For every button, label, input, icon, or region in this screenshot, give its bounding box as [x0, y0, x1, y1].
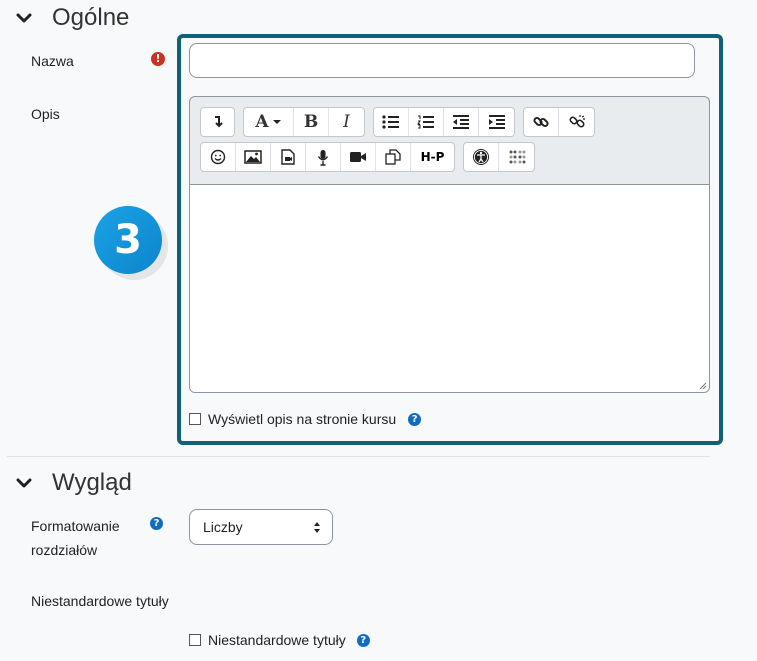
section-divider: [7, 456, 710, 457]
bold-icon[interactable]: B: [294, 108, 329, 136]
outdent-icon[interactable]: [444, 108, 479, 136]
screenreader-helper-icon[interactable]: [499, 143, 534, 171]
font-style-icon[interactable]: A: [244, 108, 294, 136]
custom-titles-label[interactable]: Niestandardowe tytuły: [208, 632, 346, 648]
chevron-down-icon[interactable]: [14, 8, 34, 28]
accessibility-checker-icon[interactable]: [464, 143, 499, 171]
editor-content-area[interactable]: [190, 184, 709, 392]
custom-titles-row: Niestandardowe tytuły ?: [189, 632, 370, 648]
h5p-glyph: H-P: [420, 150, 445, 164]
italic-glyph: I: [343, 112, 350, 132]
section-title: Ogólne: [52, 4, 130, 31]
italic-icon[interactable]: I: [329, 108, 364, 136]
toolbar-group: H-P: [200, 142, 455, 172]
help-icon[interactable]: ?: [150, 517, 163, 530]
section-appearance-header[interactable]: Wygląd: [14, 469, 132, 497]
custom-titles-checkbox[interactable]: [189, 634, 201, 646]
description-label: Opis: [31, 106, 60, 122]
h5p-icon[interactable]: H-P: [411, 143, 454, 171]
link-icon[interactable]: [524, 108, 559, 136]
font-glyph: A: [255, 112, 269, 132]
help-icon[interactable]: ?: [356, 633, 370, 647]
badge-number: 3: [114, 217, 142, 263]
name-input[interactable]: [189, 43, 695, 78]
unordered-list-icon[interactable]: [374, 108, 409, 136]
collapse-icon[interactable]: [201, 108, 234, 136]
toolbar-group: [200, 107, 235, 137]
exclamation-icon: !: [151, 52, 165, 66]
unlink-icon[interactable]: [559, 108, 594, 136]
custom-titles-heading: Niestandardowe tytuły: [31, 593, 169, 609]
step-number-badge: 3: [94, 206, 162, 274]
record-audio-icon[interactable]: [306, 143, 341, 171]
select-arrows-icon: [314, 522, 320, 533]
section-format-label-line2: rozdziałów: [31, 542, 98, 558]
section-general-header[interactable]: Ogólne: [14, 4, 129, 32]
name-label: Nazwa: [31, 53, 74, 69]
section-title: Wygląd: [52, 469, 132, 496]
manage-files-icon[interactable]: [376, 143, 411, 171]
toolbar-group: [523, 107, 595, 137]
section-format-label-line1: Formatowanie: [31, 518, 120, 534]
section-format-select[interactable]: Liczby: [189, 509, 333, 545]
ordered-list-icon[interactable]: [409, 108, 444, 136]
show-description-label[interactable]: Wyświetl opis na stronie kursu: [208, 411, 396, 427]
toolbar-row-2: H-P: [200, 142, 535, 172]
toolbar-row-1: A B I: [200, 107, 595, 137]
toolbar-group: [373, 107, 515, 137]
record-video-icon[interactable]: [341, 143, 376, 171]
indent-icon[interactable]: [479, 108, 514, 136]
show-description-checkbox[interactable]: [189, 413, 201, 425]
chevron-down-icon[interactable]: [14, 473, 34, 493]
bold-glyph: B: [303, 112, 319, 132]
emoji-icon[interactable]: [201, 143, 236, 171]
toolbar-group: [463, 142, 535, 172]
image-icon[interactable]: [236, 143, 271, 171]
section-format-value: Liczby: [203, 519, 243, 535]
resize-handle-icon[interactable]: [699, 382, 707, 390]
toolbar-group: A B I: [243, 107, 365, 137]
help-icon[interactable]: ?: [408, 412, 422, 426]
media-icon[interactable]: [271, 143, 306, 171]
section-format-label: Formatowanie rozdziałów: [31, 514, 120, 562]
description-editor: A B I H-P: [189, 96, 710, 393]
show-description-row: Wyświetl opis na stronie kursu ?: [189, 411, 422, 427]
